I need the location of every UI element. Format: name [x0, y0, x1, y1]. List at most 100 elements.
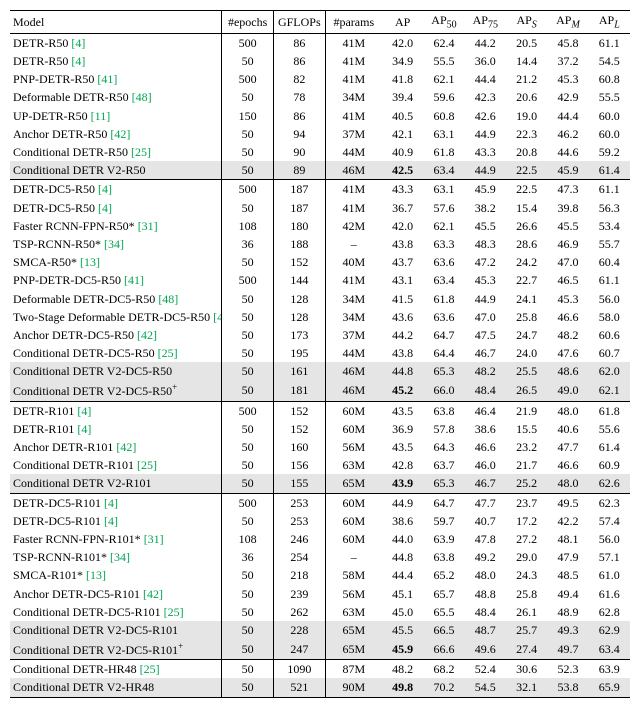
cell-gflops: 262 — [273, 603, 325, 621]
citation-link[interactable]: [41] — [124, 273, 144, 287]
cell-ap: 34.9 — [382, 52, 423, 70]
cell-apl: 55.5 — [589, 88, 630, 106]
citation-link[interactable]: [48] — [158, 292, 178, 306]
citation-link[interactable]: [42] — [110, 127, 130, 141]
cell-model: DETR-R50 [4] — [10, 52, 222, 70]
cell-ap50: 59.6 — [423, 88, 464, 106]
citation-link[interactable]: [48] — [132, 90, 152, 104]
cell-aps: 28.6 — [506, 235, 547, 253]
citation-link[interactable]: [13] — [80, 255, 100, 269]
cell-ap: 42.5 — [382, 161, 423, 180]
cell-ap50: 60.8 — [423, 107, 464, 125]
cell-aps: 22.5 — [506, 180, 547, 199]
cell-model: DETR-DC5-R101 [4] — [10, 493, 222, 512]
cell-ap50: 61.8 — [423, 290, 464, 308]
cell-gflops: 86 — [273, 33, 325, 52]
cell-apm: 46.6 — [547, 456, 588, 474]
cell-aps: 30.6 — [506, 660, 547, 679]
cell-apm: 49.3 — [547, 621, 588, 639]
cell-apm: 48.2 — [547, 326, 588, 344]
cell-epochs: 50 — [222, 88, 274, 106]
citation-link[interactable]: [4] — [104, 514, 118, 528]
cell-apl: 60.0 — [589, 125, 630, 143]
citation-link[interactable]: [34] — [110, 550, 130, 564]
citation-link[interactable]: [42] — [137, 328, 157, 342]
citation-link[interactable]: [48] — [213, 310, 222, 324]
cell-model: DETR-R101 [4] — [10, 401, 222, 420]
cell-ap50: 62.1 — [423, 217, 464, 235]
cell-ap75: 47.5 — [465, 326, 506, 344]
citation-link[interactable]: [25] — [140, 662, 160, 676]
cell-model: Conditional DETR-DC5-R50 [25] — [10, 344, 222, 362]
cell-gflops: 187 — [273, 180, 325, 199]
citation-link[interactable]: [4] — [77, 404, 91, 418]
cell-ap75: 48.2 — [465, 362, 506, 380]
citation-link[interactable]: [25] — [164, 605, 184, 619]
cell-apl: 61.6 — [589, 585, 630, 603]
cell-params: 44M — [325, 143, 382, 161]
cell-aps: 25.2 — [506, 474, 547, 493]
table-row: Deformable DETR-DC5-R50 [48]5012834M41.5… — [10, 290, 630, 308]
citation-link[interactable]: [4] — [71, 54, 85, 68]
cell-epochs: 500 — [222, 493, 274, 512]
cell-aps: 27.4 — [506, 639, 547, 660]
cell-apl: 62.8 — [589, 603, 630, 621]
cell-ap: 43.3 — [382, 180, 423, 199]
citation-link[interactable]: [25] — [158, 346, 178, 360]
cell-model: Deformable DETR-DC5-R50 [48] — [10, 290, 222, 308]
cell-ap: 44.8 — [382, 362, 423, 380]
col-ap50: AP50 — [423, 11, 464, 34]
citation-link[interactable]: [13] — [86, 568, 106, 582]
cell-ap: 42.1 — [382, 125, 423, 143]
cell-apm: 42.2 — [547, 512, 588, 530]
cell-gflops: 239 — [273, 585, 325, 603]
cell-apm: 37.2 — [547, 52, 588, 70]
citation-link[interactable]: [42] — [143, 587, 163, 601]
cell-gflops: 181 — [273, 380, 325, 401]
cell-ap: 41.8 — [382, 70, 423, 88]
citation-link[interactable]: [41] — [97, 72, 117, 86]
cell-ap75: 44.9 — [465, 161, 506, 180]
table-row: TSP-RCNN-R50* [34]36188–43.863.348.328.6… — [10, 235, 630, 253]
citation-link[interactable]: [4] — [98, 182, 112, 196]
table-row: DETR-R101 [4]50015260M43.563.846.421.948… — [10, 401, 630, 420]
cell-ap50: 63.8 — [423, 401, 464, 420]
citation-link[interactable]: [31] — [138, 219, 158, 233]
cell-ap75: 49.6 — [465, 639, 506, 660]
cell-epochs: 50 — [222, 678, 274, 697]
cell-apl: 55.7 — [589, 235, 630, 253]
cell-epochs: 50 — [222, 621, 274, 639]
cell-apl: 61.4 — [589, 438, 630, 456]
col-apm: APM — [547, 11, 588, 34]
cell-epochs: 50 — [222, 380, 274, 401]
citation-link[interactable]: [25] — [131, 145, 151, 159]
citation-link[interactable]: [4] — [77, 422, 91, 436]
cell-params: 65M — [325, 474, 382, 493]
cell-gflops: 188 — [273, 235, 325, 253]
cell-ap: 48.2 — [382, 660, 423, 679]
cell-apm: 47.3 — [547, 180, 588, 199]
citation-link[interactable]: [4] — [71, 36, 85, 50]
cell-epochs: 500 — [222, 401, 274, 420]
citation-link[interactable]: [34] — [104, 237, 124, 251]
cell-epochs: 50 — [222, 143, 274, 161]
citation-link[interactable]: [31] — [144, 532, 164, 546]
cell-params: 65M — [325, 639, 382, 660]
citation-link[interactable]: [11] — [91, 109, 111, 123]
citation-link[interactable]: [4] — [104, 496, 118, 510]
cell-ap: 42.0 — [382, 217, 423, 235]
cell-aps: 25.7 — [506, 621, 547, 639]
cell-ap50: 68.2 — [423, 660, 464, 679]
citation-link[interactable]: [42] — [116, 440, 136, 454]
citation-link[interactable]: [4] — [98, 201, 112, 215]
cell-params: 41M — [325, 199, 382, 217]
table-row: Anchor DETR-DC5-R101 [42]5023956M45.165.… — [10, 585, 630, 603]
cell-ap: 44.2 — [382, 326, 423, 344]
cell-apm: 44.4 — [547, 107, 588, 125]
cell-ap75: 44.9 — [465, 125, 506, 143]
cell-model: DETR-DC5-R50 [4] — [10, 180, 222, 199]
cell-ap: 43.9 — [382, 474, 423, 493]
cell-ap50: 63.4 — [423, 271, 464, 289]
citation-link[interactable]: [25] — [137, 458, 157, 472]
cell-apm: 42.9 — [547, 88, 588, 106]
